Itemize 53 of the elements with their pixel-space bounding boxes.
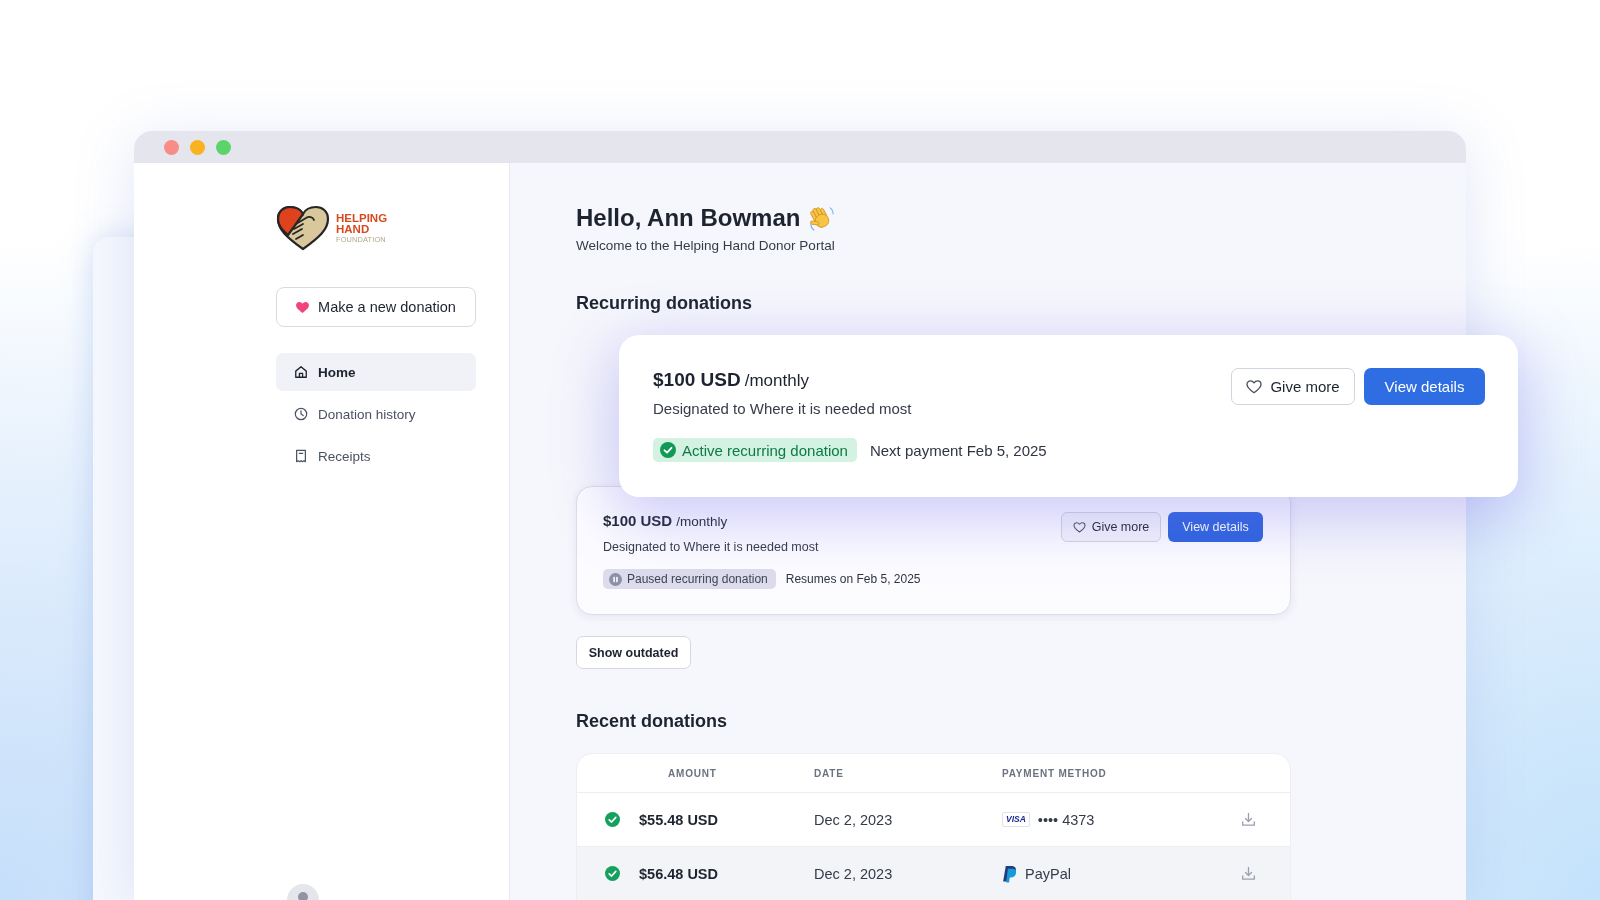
logo-name-text: HELPING [336, 212, 388, 224]
nav-item[interactable]: Home [276, 353, 476, 391]
schedule-text: Next payment Feb 5, 2025 [869, 441, 1047, 459]
donation-amount: $100 USD [603, 512, 673, 529]
clock-icon [294, 407, 308, 421]
logo-name-text: HAND [336, 223, 371, 235]
card-brand-mark: VISA [1002, 812, 1030, 827]
status-label: Active recurring donation [682, 441, 848, 459]
greeting-heading: Hello, Ann Bowman [576, 203, 801, 233]
donation-designation: Designated to Where it is needed most [603, 539, 820, 556]
minimize-button[interactable] [190, 139, 205, 155]
heart-hands-logo-icon [276, 204, 330, 252]
amount-cell-text: $56.48 USD [639, 865, 719, 882]
download-icon[interactable] [1241, 812, 1256, 827]
column-header: AMOUNT [667, 767, 718, 779]
close-button[interactable] [164, 139, 179, 155]
check-circle-icon [660, 442, 676, 458]
welcome-subtitle: Welcome to the Helping Hand Donor Portal [576, 237, 835, 255]
heart-icon [296, 301, 310, 313]
nav-item[interactable]: Receipts [276, 437, 476, 475]
pause-circle-icon [609, 572, 622, 586]
heart-outline-icon [1246, 379, 1263, 394]
download-icon[interactable] [1241, 866, 1256, 881]
donation-designation: Designated to Where it is needed most [653, 399, 913, 419]
new-donation-button[interactable]: Make a new donation [276, 287, 476, 327]
heart-outline-icon [1072, 521, 1086, 533]
column-header: DATE [814, 767, 845, 779]
receipt-icon [294, 449, 308, 463]
check-circle-icon [605, 812, 620, 827]
amount-cell-text: $55.48 USD [639, 811, 719, 828]
check-circle-icon [605, 866, 620, 881]
maximize-button[interactable] [216, 139, 231, 155]
status-label: Paused recurring donation [627, 572, 768, 586]
section-heading: Recent donations [576, 710, 727, 733]
payment-method-cell: PayPal [1025, 865, 1071, 882]
date-cell-text: Dec 2, 2023 [814, 811, 894, 828]
nav-item[interactable]: Donation history [276, 395, 476, 433]
section-heading: Recurring donations [576, 292, 752, 315]
donation-period: /monthly [744, 371, 809, 391]
view-details-button[interactable]: View details [1168, 512, 1263, 542]
home-icon [294, 365, 308, 379]
column-header: PAYMENT METHOD [1002, 767, 1108, 779]
payment-logo-icon [1002, 864, 1017, 883]
view-details-button[interactable]: View details [1364, 368, 1485, 405]
schedule-text: Resumes on Feb 5, 2025 [785, 572, 921, 586]
waving-hand-icon [808, 204, 836, 232]
show-outdated-button[interactable]: Show outdated [576, 636, 691, 669]
give-more-button[interactable]: Give more [1061, 512, 1161, 542]
donation-period: /monthly [676, 514, 728, 529]
date-cell-text: Dec 2, 2023 [814, 865, 894, 882]
donation-amount: $100 USD [653, 369, 741, 391]
payment-method-cell: •••• 4373 [1037, 811, 1095, 828]
give-more-button[interactable]: Give more [1231, 368, 1355, 405]
